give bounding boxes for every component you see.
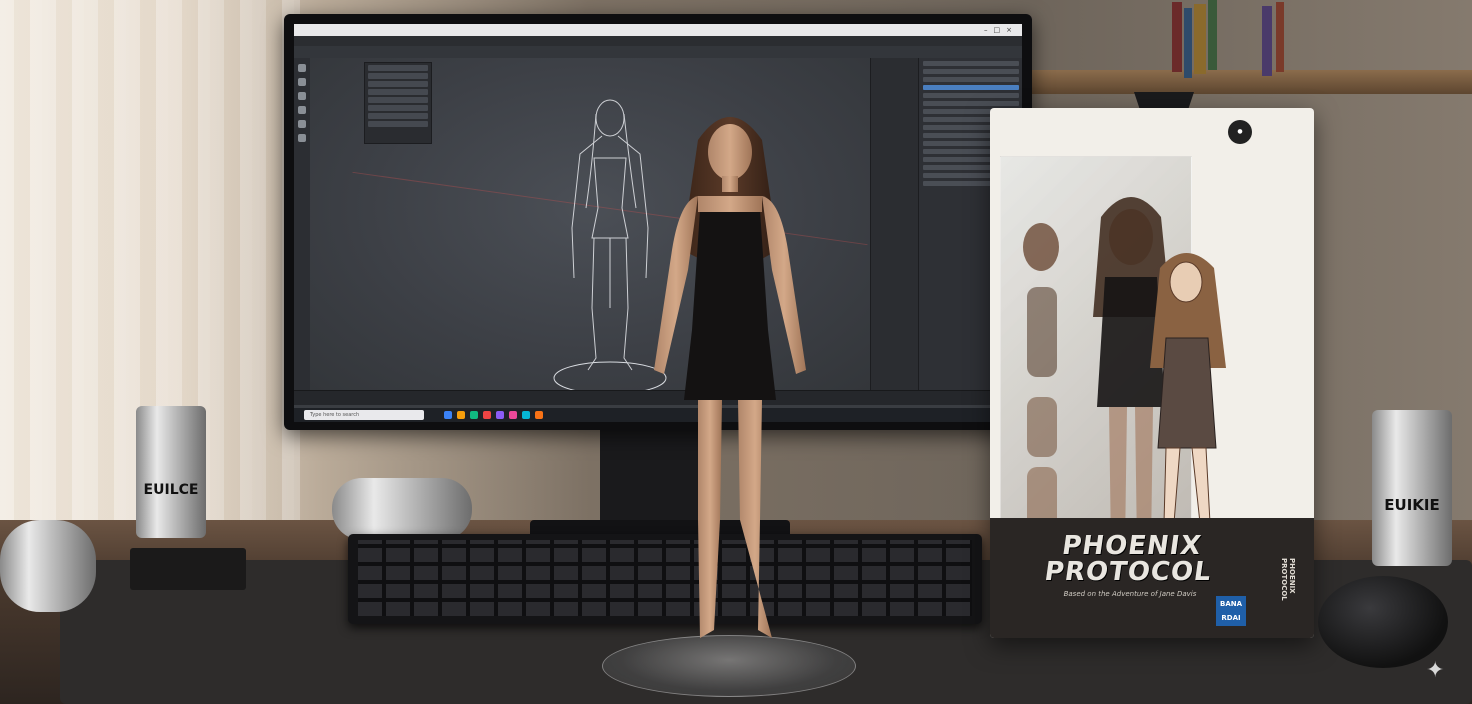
lying-can (332, 478, 472, 540)
app-icon[interactable] (509, 411, 517, 419)
box-logo-line2: RDAI (1221, 614, 1241, 622)
box-subtitle: Based on the Adventure of Jane Davis (1063, 590, 1197, 598)
sparkle-icon: ✦ (1426, 658, 1445, 683)
app-icon[interactable] (483, 411, 491, 419)
right-can-label: EUIKIE (1384, 496, 1440, 514)
computer-mouse (1318, 576, 1448, 668)
taskbar-search[interactable]: Type here to search (304, 410, 424, 420)
app-icon[interactable] (444, 411, 452, 419)
app-icon[interactable] (535, 411, 543, 419)
figure-box: ● PHOENIX PROTOCOL Based on the Adventur… (990, 108, 1314, 638)
outliner-panel (364, 62, 432, 144)
app-menubar (294, 36, 1022, 46)
camera-tool-icon[interactable] (298, 134, 306, 142)
book (1276, 2, 1284, 72)
box-side-text: PHOENIX PROTOCOL (1280, 558, 1296, 601)
app-titlebar: –□× (294, 24, 1022, 36)
select-tool-icon[interactable] (298, 64, 306, 72)
book (1184, 8, 1192, 78)
window-controls[interactable]: –□× (984, 24, 1018, 36)
scale-tool-icon[interactable] (298, 106, 306, 114)
move-tool-icon[interactable] (298, 78, 306, 86)
usb-hub (130, 548, 246, 590)
preview-panel (870, 58, 919, 390)
rotate-tool-icon[interactable] (298, 92, 306, 100)
figurine (654, 117, 806, 638)
box-badge-icon: ● (1228, 120, 1252, 144)
scene: –□× Type here to search EUILCE EUIKIE ● … (0, 0, 1472, 704)
brush-tool-icon[interactable] (298, 120, 306, 128)
app-icon[interactable] (496, 411, 504, 419)
app-icon[interactable] (470, 411, 478, 419)
left-can: EUILCE (136, 406, 206, 538)
tool-column (294, 58, 310, 398)
taskbar-icons (444, 411, 543, 419)
box-logo-line1: BANA (1219, 600, 1243, 608)
box-title-line2: PROTOCOL (1042, 557, 1214, 587)
right-can: EUIKIE (1372, 410, 1452, 566)
lying-can-left (0, 520, 96, 612)
wall-shelf (1030, 70, 1472, 94)
book (1194, 4, 1206, 74)
left-can-label: EUILCE (143, 482, 199, 498)
box-title-line1: PHOENIX (1060, 531, 1204, 561)
book (1172, 2, 1182, 72)
box-logo: BANA RDAI (1216, 596, 1246, 626)
app-icon[interactable] (457, 411, 465, 419)
box-illustration (1150, 253, 1226, 524)
app-icon[interactable] (522, 411, 530, 419)
book (1262, 6, 1272, 76)
box-title: PHOENIX PROTOCOL (1026, 531, 1233, 587)
book (1208, 0, 1217, 70)
